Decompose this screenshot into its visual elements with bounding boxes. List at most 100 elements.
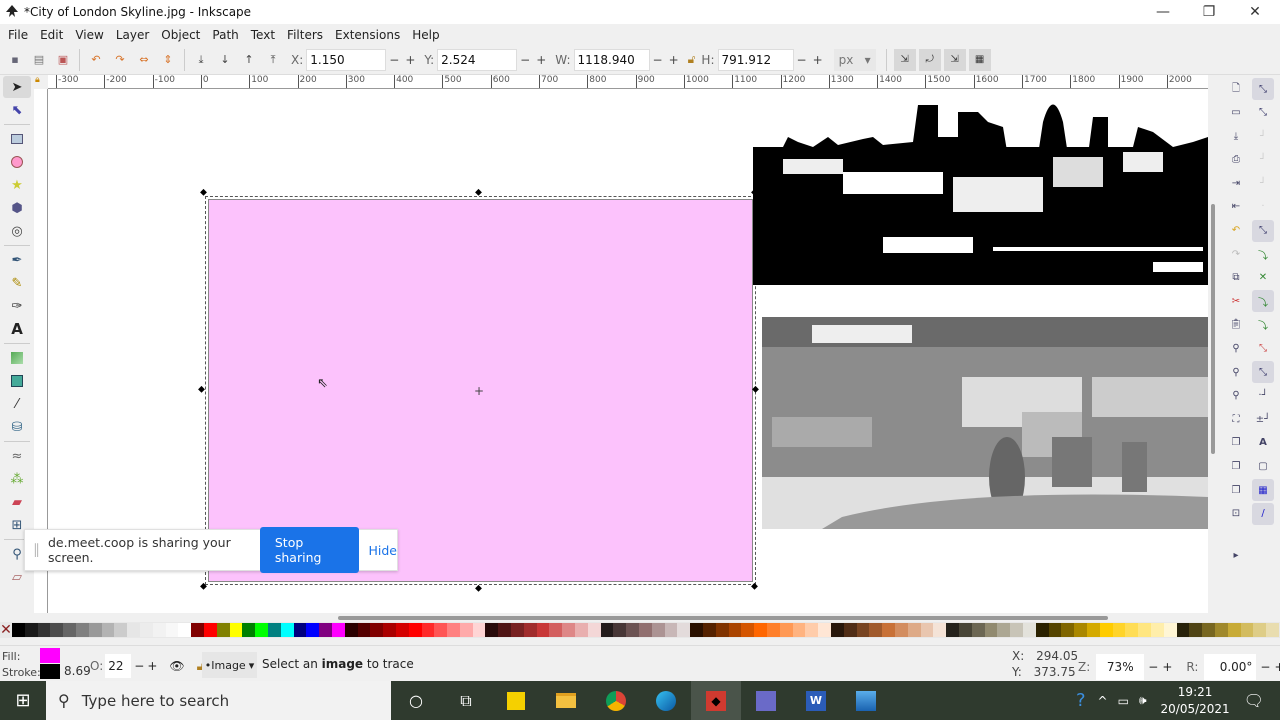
inkscape-taskbar-icon[interactable]: ◆ <box>691 681 741 720</box>
palette-swatch[interactable] <box>12 623 25 637</box>
palette-swatch[interactable] <box>395 623 409 637</box>
minimize-button[interactable]: — <box>1140 0 1186 24</box>
palette-swatch[interactable] <box>562 623 576 637</box>
palette-swatch[interactable] <box>498 623 512 637</box>
palette-swatch[interactable] <box>600 623 614 637</box>
y-decrement[interactable]: − <box>520 53 530 67</box>
snap-cusp-icon[interactable]: ⤵ <box>1252 290 1274 313</box>
palette-swatch[interactable] <box>1253 623 1267 637</box>
palette-swatch[interactable] <box>882 623 895 637</box>
snap-paths-icon[interactable]: ⤵ <box>1252 243 1274 265</box>
palette-swatch[interactable] <box>587 623 601 637</box>
unit-select[interactable]: px ▾ <box>833 48 876 71</box>
menu-layer[interactable]: Layer <box>110 28 155 42</box>
stroke-swatch[interactable] <box>40 664 60 679</box>
palette-swatch[interactable] <box>485 623 499 637</box>
snap-page-border-icon[interactable]: ▢ <box>1252 456 1274 478</box>
save-icon[interactable]: ⤓ <box>1225 125 1247 147</box>
guide-lock-icon[interactable]: 🔒︎ <box>35 75 47 87</box>
palette-swatch[interactable] <box>447 623 460 637</box>
meet-now-icon[interactable]: ▭ <box>1118 694 1129 708</box>
gradient-tool-icon[interactable] <box>3 347 31 369</box>
flip-vertical-icon[interactable]: ⇕ <box>156 48 180 72</box>
zoom-decrement[interactable]: − <box>1148 660 1158 674</box>
snap-midpoints-icon[interactable]: ⤡ <box>1252 338 1274 360</box>
scale-stroke-icon[interactable]: ⇲ <box>893 48 916 71</box>
menu-object[interactable]: Object <box>155 28 206 42</box>
palette-swatch[interactable] <box>779 623 793 637</box>
palette-swatch[interactable] <box>818 623 831 637</box>
snap-intersections-icon[interactable]: ✕ <box>1252 267 1274 289</box>
snap-text-baseline-icon[interactable]: A <box>1252 432 1274 454</box>
palette-swatch[interactable] <box>101 623 115 637</box>
palette-swatch[interactable] <box>114 623 128 637</box>
horizontal-ruler[interactable]: -300 -200 -100 0 100 200 300 400 500 600 700 800 900… <box>48 75 1208 89</box>
palette-swatch[interactable] <box>459 623 473 637</box>
palette-swatch[interactable] <box>1086 623 1100 637</box>
palette-swatch[interactable] <box>920 623 934 637</box>
palette-swatch[interactable] <box>843 623 857 637</box>
rotate-increment[interactable]: + <box>1274 660 1280 674</box>
lower-to-bottom-icon[interactable]: ⤓ <box>189 48 213 72</box>
palette-swatch[interactable] <box>37 623 51 637</box>
chrome-icon[interactable] <box>591 681 641 720</box>
selector-tool-icon[interactable]: ➤ <box>3 76 31 98</box>
image-skyline-grayscale[interactable] <box>762 317 1208 529</box>
menu-edit[interactable]: Edit <box>34 28 69 42</box>
taskbar-search[interactable]: ⚲ Type here to search <box>46 681 391 720</box>
opacity-decrement[interactable]: − <box>134 659 144 673</box>
help-icon[interactable]: ? <box>1076 690 1086 711</box>
palette-swatch[interactable] <box>869 623 883 637</box>
text-tool-icon[interactable]: A <box>3 318 31 340</box>
palette-swatch[interactable] <box>728 623 742 637</box>
task-view-icon[interactable]: ⧉ <box>441 681 491 720</box>
palette-swatch[interactable] <box>1214 623 1228 637</box>
palette-swatch[interactable] <box>511 623 524 637</box>
snap-guide-icon[interactable]: / <box>1252 502 1274 525</box>
snap-bbox-corner-icon[interactable]: ┘ <box>1252 149 1274 171</box>
layer-visibility-icon[interactable]: 👁︎ <box>169 659 184 673</box>
open-icon[interactable]: ▭ <box>1225 102 1247 124</box>
palette-swatch[interactable] <box>1176 623 1190 637</box>
rotate-decrement[interactable]: − <box>1260 660 1270 674</box>
zoom-page-icon[interactable]: ⚲ <box>1225 385 1247 407</box>
h-increment[interactable]: + <box>813 53 823 67</box>
menu-view[interactable]: View <box>69 28 109 42</box>
h-input[interactable]: 791.912 <box>717 48 794 71</box>
no-paint-swatch[interactable]: ✕ <box>0 623 12 637</box>
palette-swatch[interactable] <box>203 623 217 637</box>
palette-swatch[interactable] <box>958 623 972 637</box>
paint-bucket-tool-icon[interactable]: ⛁ <box>3 416 31 438</box>
3d-box-tool-icon[interactable]: ⬢ <box>3 197 31 219</box>
rotate-input[interactable]: 0.00° <box>1204 654 1257 680</box>
new-document-icon[interactable]: 🗋︎ <box>1225 78 1247 100</box>
palette-swatch[interactable] <box>1125 623 1139 637</box>
palette-swatch[interactable] <box>242 623 256 637</box>
palette-swatch[interactable] <box>754 623 768 637</box>
y-input[interactable]: 2.524 <box>437 48 518 71</box>
palette-swatch[interactable] <box>306 623 320 637</box>
bezier-tool-icon[interactable]: ✒ <box>3 249 31 271</box>
transform-gradients-icon[interactable]: ⇲ <box>943 48 966 71</box>
scale-handle-left[interactable]: ⬥ <box>198 385 205 395</box>
rotate-handle-tl[interactable]: ⬥ <box>200 188 207 198</box>
palette-swatch[interactable] <box>319 623 332 637</box>
redo-icon[interactable]: ↷ <box>1225 243 1247 265</box>
sticky-notes-icon[interactable] <box>491 681 541 720</box>
menu-file[interactable]: File <box>2 28 34 42</box>
palette-swatch[interactable] <box>1112 623 1126 637</box>
palette-swatch[interactable] <box>383 623 396 637</box>
w-decrement[interactable]: − <box>653 53 663 67</box>
palette-swatch[interactable] <box>434 623 448 637</box>
node-tool-icon[interactable]: ⬉ <box>3 99 31 121</box>
palette-swatch[interactable] <box>63 623 76 637</box>
snap-nodes-icon[interactable]: ⤡ <box>1252 219 1274 242</box>
palette-swatch[interactable] <box>639 623 652 637</box>
opacity-increment[interactable]: + <box>147 659 157 673</box>
rotation-center-icon[interactable]: + <box>474 384 484 398</box>
w-input[interactable]: 1118.940 <box>573 48 650 71</box>
palette-swatch[interactable] <box>805 623 819 637</box>
palette-swatch[interactable] <box>293 623 307 637</box>
photos-icon[interactable] <box>841 681 891 720</box>
drag-grip-icon[interactable]: ∥ <box>33 542 40 558</box>
